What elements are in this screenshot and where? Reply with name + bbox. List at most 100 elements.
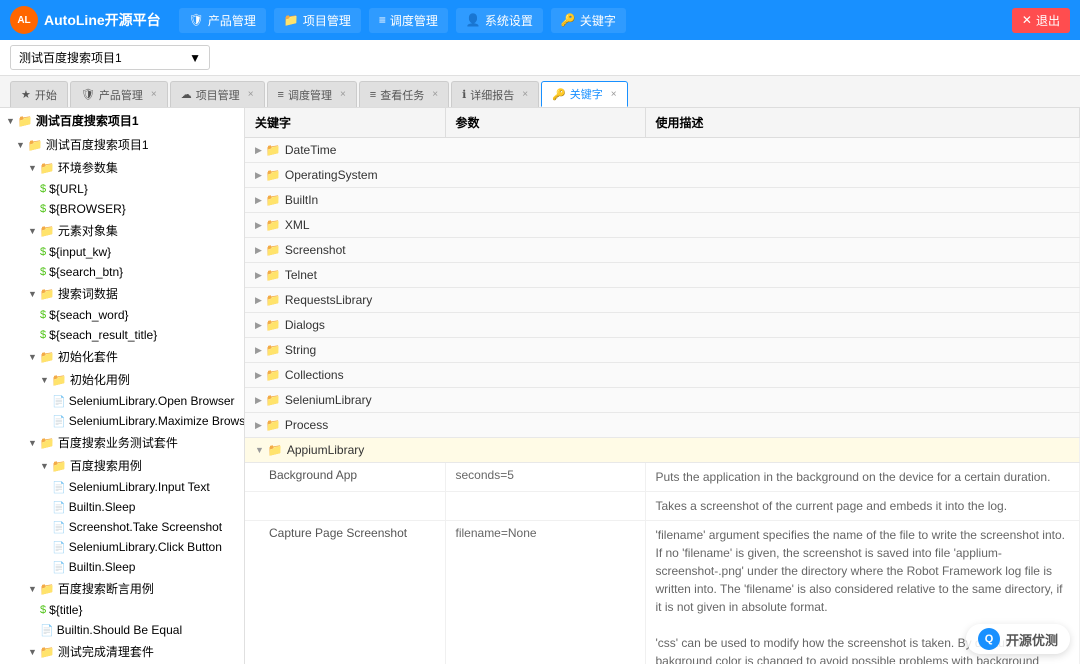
sidebar-item-baidu-case[interactable]: ▼ 📁 百度搜索用例 <box>0 454 244 477</box>
expand-triangle[interactable]: ▼ <box>255 445 264 455</box>
group-row-telnet[interactable]: ▶ 📁 Telnet <box>245 263 1080 288</box>
col-params: 参数 <box>445 108 645 138</box>
sidebar-item-screenshot[interactable]: 📄 Screenshot.Take Screenshot <box>0 517 244 537</box>
sidebar-item-search-btn[interactable]: $ ${search_btn} <box>0 262 244 282</box>
group-cell: ▶ 📁 String <box>245 338 1080 363</box>
tab-start[interactable]: ★ 开始 <box>10 81 68 107</box>
watermark-text: 开源优测 <box>1006 630 1058 649</box>
sidebar-item-env[interactable]: ▼ 📁 环境参数集 <box>0 156 244 179</box>
group-folder-icon: 📁 <box>266 218 281 232</box>
group-row-operatingsystem[interactable]: ▶ 📁 OperatingSystem <box>245 163 1080 188</box>
sidebar-item-assert-case[interactable]: ▼ 📁 百度搜索断言用例 <box>0 577 244 600</box>
nav-settings-btn[interactable]: 👤 系统设置 <box>456 8 543 33</box>
group-row-collections[interactable]: ▶ 📁 Collections <box>245 363 1080 388</box>
sidebar-item-maximize[interactable]: 📄 SeleniumLibrary.Maximize Browser Wi... <box>0 411 244 431</box>
sidebar-item-search-data[interactable]: ▼ 📁 搜索词数据 <box>0 282 244 305</box>
sidebar-root-label: 测试百度搜索项目1 <box>36 112 139 129</box>
group-name: Process <box>285 418 328 432</box>
expand-triangle[interactable]: ▶ <box>255 245 262 256</box>
expand-icon-root: ▼ <box>6 116 15 126</box>
col-keyword: 关键字 <box>245 108 445 138</box>
tab-task[interactable]: ≡ 查看任务 × <box>359 81 449 107</box>
tab-schedule[interactable]: ≡ 调度管理 × <box>267 81 357 107</box>
tab-close-report[interactable]: × <box>522 89 528 100</box>
sidebar-item-open-browser[interactable]: 📄 SeleniumLibrary.Open Browser <box>0 391 244 411</box>
group-folder-icon: 📁 <box>266 343 281 357</box>
tab-close-product[interactable]: × <box>151 89 157 100</box>
group-row-dialogs[interactable]: ▶ 📁 Dialogs <box>245 313 1080 338</box>
sidebar-item-should-be-equal[interactable]: 📄 Builtin.Should Be Equal <box>0 620 244 640</box>
nav-project-btn[interactable]: 📁 项目管理 <box>274 8 361 33</box>
group-name: OperatingSystem <box>285 168 378 182</box>
group-row-requestslibrary[interactable]: ▶ 📁 RequestsLibrary <box>245 288 1080 313</box>
sidebar-item-seach-word[interactable]: $ ${seach_word} <box>0 305 244 325</box>
sidebar-item-init-suite[interactable]: ▼ 📁 初始化套件 <box>0 345 244 368</box>
group-row-screenshot[interactable]: ▶ 📁 Screenshot <box>245 238 1080 263</box>
tab-close-schedule[interactable]: × <box>340 89 346 100</box>
group-row-seleniumlibrary[interactable]: ▶ 📁 SeleniumLibrary <box>245 388 1080 413</box>
sidebar-item-seach-result[interactable]: $ ${seach_result_title} <box>0 325 244 345</box>
logout-button[interactable]: ✕ 退出 <box>1012 8 1070 33</box>
sidebar-item-sleep1[interactable]: 📄 Builtin.Sleep <box>0 497 244 517</box>
table-row[interactable]: Background App seconds=5 Puts the applic… <box>245 463 1080 492</box>
table-row[interactable]: Capture Page Screenshot filename=None 'f… <box>245 521 1080 664</box>
group-folder-icon: 📁 <box>266 368 281 382</box>
expand-triangle[interactable]: ▶ <box>255 370 262 381</box>
expand-triangle[interactable]: ▶ <box>255 295 262 306</box>
expand-triangle[interactable]: ▶ <box>255 170 262 181</box>
expand-triangle[interactable]: ▶ <box>255 220 262 231</box>
group-folder-icon: 📁 <box>266 243 281 257</box>
tab-close-task[interactable]: × <box>432 89 438 100</box>
group-name: AppiumLibrary <box>287 443 364 457</box>
group-folder-icon: 📁 <box>266 168 281 182</box>
group-folder-icon: 📁 <box>268 443 283 457</box>
expand-triangle[interactable]: ▶ <box>255 420 262 431</box>
tab-report[interactable]: ℹ 详细报告 × <box>451 81 539 107</box>
chevron-down-icon: ▼ <box>189 51 201 65</box>
group-row-process[interactable]: ▶ 📁 Process <box>245 413 1080 438</box>
tab-keyword[interactable]: 🔑 关键字 × <box>541 81 628 107</box>
group-row-appiumlibrary[interactable]: ▼ 📁 AppiumLibrary <box>245 438 1080 463</box>
expand-triangle[interactable]: ▶ <box>255 395 262 406</box>
kw-param-cell <box>445 492 645 521</box>
sidebar-item-sleep2[interactable]: 📄 Builtin.Sleep <box>0 557 244 577</box>
folder-icon-1: 📁 <box>28 138 43 152</box>
expand-triangle[interactable]: ▶ <box>255 345 262 356</box>
group-name: RequestsLibrary <box>285 293 372 307</box>
sidebar-item-input-kw[interactable]: $ ${input_kw} <box>0 242 244 262</box>
list-task-icon: ≡ <box>370 89 376 101</box>
sidebar-item-init-case[interactable]: ▼ 📁 初始化用例 <box>0 368 244 391</box>
group-cell: ▶ 📁 Process <box>245 413 1080 438</box>
group-row-builtin[interactable]: ▶ 📁 BuiltIn <box>245 188 1080 213</box>
sidebar-item-browser[interactable]: $ ${BROWSER} <box>0 199 244 219</box>
sidebar-item-baidu[interactable]: ▼ 📁 测试百度搜索项目1 <box>0 133 244 156</box>
sidebar-item-click-btn[interactable]: 📄 SeleniumLibrary.Click Button <box>0 537 244 557</box>
nav-schedule-btn[interactable]: ≡ 调度管理 <box>369 8 448 33</box>
sidebar-item-elements[interactable]: ▼ 📁 元素对象集 <box>0 219 244 242</box>
expand-triangle[interactable]: ▶ <box>255 270 262 281</box>
expand-triangle[interactable]: ▶ <box>255 145 262 156</box>
tab-product[interactable]: 🛡 产品管理 × <box>70 81 168 107</box>
tab-project[interactable]: ☁ 项目管理 × <box>170 81 265 107</box>
project-selector[interactable]: 测试百度搜索项目1 ▼ <box>10 45 210 70</box>
close-icon: ✕ <box>1022 13 1032 27</box>
sidebar-item-cleanup-suite[interactable]: ▼ 📁 测试完成清理套件 <box>0 640 244 663</box>
expand-triangle[interactable]: ▶ <box>255 195 262 206</box>
nav-keyword-btn[interactable]: 🔑 关键字 <box>551 8 626 33</box>
watermark-icon: Q <box>978 628 1000 650</box>
nav-product-btn[interactable]: 🛡 产品管理 <box>179 8 266 33</box>
sidebar-item-baidu-suite[interactable]: ▼ 📁 百度搜索业务测试套件 <box>0 431 244 454</box>
star-icon: ★ <box>21 88 31 101</box>
tree-root[interactable]: ▼ 📁 测试百度搜索项目1 <box>0 108 244 133</box>
tab-close-keyword[interactable]: × <box>611 89 617 100</box>
tab-close-project[interactable]: × <box>248 89 254 100</box>
sidebar-item-url[interactable]: $ ${URL} <box>0 179 244 199</box>
sidebar-item-input-text[interactable]: 📄 SeleniumLibrary.Input Text <box>0 477 244 497</box>
group-row-datetime[interactable]: ▶ 📁 DateTime <box>245 138 1080 163</box>
watermark: Q 开源优测 <box>966 624 1070 654</box>
table-row[interactable]: Takes a screenshot of the current page a… <box>245 492 1080 521</box>
sidebar-item-title[interactable]: $ ${title} <box>0 600 244 620</box>
expand-triangle[interactable]: ▶ <box>255 320 262 331</box>
group-row-xml[interactable]: ▶ 📁 XML <box>245 213 1080 238</box>
group-row-string[interactable]: ▶ 📁 String <box>245 338 1080 363</box>
